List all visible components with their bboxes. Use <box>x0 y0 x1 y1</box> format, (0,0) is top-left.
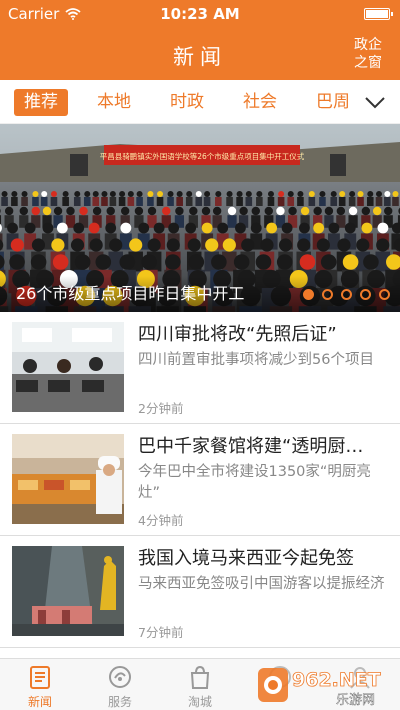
shopping-bag-icon <box>190 665 210 689</box>
news-title: 四川审批将改“先照后证” <box>138 324 337 345</box>
nav-bar: 新闻 政企 之窗 <box>0 28 400 80</box>
service-icon <box>109 666 131 688</box>
news-time: 7分钟前 <box>138 625 184 640</box>
gov-link-line-1: 政企 <box>354 37 382 53</box>
tab-recommended[interactable]: 推荐 <box>14 89 68 116</box>
news-summary: 四川前置审批事项将减少到56个项目 <box>138 352 374 368</box>
bottom-tab-news[interactable]: 新闻 <box>0 659 80 710</box>
news-thumbnail-kitchen <box>12 434 124 524</box>
news-thumbnail-office <box>12 322 124 412</box>
pager-dot[interactable] <box>379 289 390 300</box>
battery-icon <box>364 8 393 20</box>
bottom-tab-label: 淘城 <box>187 695 212 709</box>
site-watermark-logo: 962.NET 乐游网 <box>258 668 381 708</box>
gov-link-line-2: 之窗 <box>354 55 382 71</box>
banner-caption: 26个市级重点项目昨日集中开工 <box>16 284 245 303</box>
watermark-brand: 962.NET <box>292 669 381 691</box>
pager-dot[interactable] <box>303 289 314 300</box>
page-title: 新闻 <box>173 45 227 69</box>
news-summary: 今年巴中全市将建设1350家“明厨亮灶” <box>138 464 371 501</box>
tab-society[interactable]: 社会 <box>243 89 277 116</box>
watermark-sub: 乐游网 <box>336 693 375 708</box>
news-icon <box>30 666 50 689</box>
channel-tabs: 推荐 本地 时政 社会 巴周 <box>0 80 400 124</box>
bottom-tab-label: 新闻 <box>27 695 52 709</box>
chevron-down-icon[interactable] <box>364 92 386 112</box>
news-item[interactable]: 四川审批将改“先照后证” 四川前置审批事项将减少到56个项目 2分钟前 <box>0 312 400 424</box>
news-summary: 马来西亚免签吸引中国游客以提振经济 <box>138 576 385 592</box>
news-time: 2分钟前 <box>138 401 184 416</box>
pager-dot[interactable] <box>322 289 333 300</box>
pager-dot[interactable] <box>360 289 371 300</box>
bottom-tab-service[interactable]: 服务 <box>80 659 160 710</box>
tab-bazhou[interactable]: 巴周 <box>316 89 350 116</box>
pager-dot[interactable] <box>341 289 352 300</box>
bottom-tab-shop[interactable]: 淘城 <box>160 659 240 710</box>
gov-enterprise-window-link[interactable]: 政企 之窗 <box>350 36 386 72</box>
news-item[interactable]: 巴中千家餐馆将建“透明厨… 今年巴中全市将建设1350家“明厨亮灶” 4分钟前 <box>0 424 400 536</box>
news-title: 我国入境马来西亚今起免签 <box>138 548 354 569</box>
status-time: 10:23 AM <box>160 5 240 23</box>
tab-local[interactable]: 本地 <box>97 89 131 116</box>
banner-sign-text: 平昌县骑鹏镇实外国语学校等26个市级重点项目集中开工仪式 <box>100 151 305 161</box>
news-time: 4分钟前 <box>138 513 184 528</box>
news-item[interactable]: 我国入境马来西亚今起免签 马来西亚免签吸引中国游客以提振经济 7分钟前 <box>0 536 400 648</box>
news-title: 巴中千家餐馆将建“透明厨… <box>138 436 364 457</box>
bottom-tab-label: 服务 <box>107 695 132 709</box>
banner-pager <box>303 289 390 300</box>
status-bar: Carrier 10:23 AM <box>0 0 400 28</box>
tab-politics[interactable]: 时政 <box>170 89 204 116</box>
banner-carousel[interactable]: 平昌县骑鹏镇实外国语学校等26个市级重点项目集中开工仪式 26个市级重点项目昨日… <box>0 124 400 312</box>
news-thumbnail-temple <box>12 546 124 636</box>
